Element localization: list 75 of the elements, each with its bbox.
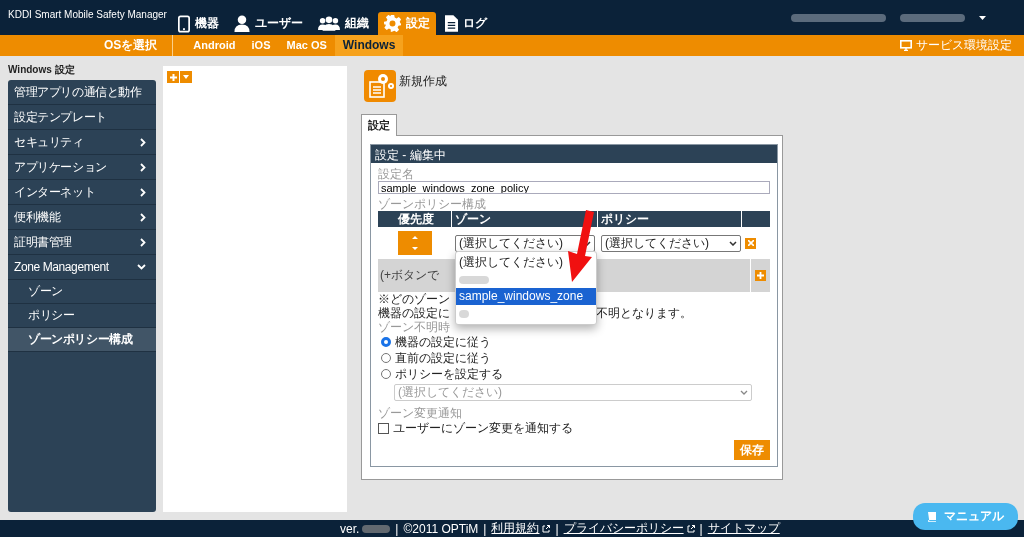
note-text: 不明となります。 [596, 306, 692, 320]
nav-tab[interactable]: 組織 [312, 12, 375, 35]
app-title: KDDI Smart Mobile Safety Manager [8, 9, 168, 20]
dropdown-button[interactable] [180, 71, 192, 83]
sidebar-title: Windows 設定 [8, 63, 76, 77]
radio-option[interactable]: ポリシーを設定する [381, 366, 770, 382]
redacted-option [459, 275, 489, 284]
sidebar-subitem[interactable]: ゾーン [8, 280, 156, 304]
nav-tab[interactable]: ログ [439, 12, 493, 35]
os-tab[interactable]: Windows [334, 35, 404, 56]
separator: | [699, 521, 703, 536]
copyright-text: ©2011 OPTiM [403, 521, 479, 536]
separator: | [395, 521, 399, 536]
version-label: ver. [340, 521, 360, 536]
add-button[interactable] [167, 71, 179, 83]
field-label: ゾーン不明時 [378, 320, 450, 334]
note-text: ※どのゾーン [378, 292, 450, 306]
field-label: ゾーン変更通知 [378, 406, 462, 420]
separator: | [483, 521, 487, 536]
gear-icon [384, 15, 401, 32]
footer-link[interactable]: 利用規約 [491, 520, 540, 537]
close-icon [747, 240, 754, 246]
field-label: ゾーンポリシー構成 [378, 197, 486, 211]
note-text: 機器の設定に [378, 306, 450, 320]
checkbox[interactable] [378, 422, 389, 434]
add-row-button[interactable] [755, 270, 766, 281]
footer-link[interactable]: プライバシーポリシー [563, 520, 684, 537]
caret-icon [183, 75, 189, 79]
redacted-option [459, 309, 469, 318]
policy-select[interactable]: (選択してください) [601, 234, 741, 252]
sidebar-item[interactable]: 便利機能 [8, 205, 156, 230]
redacted-account [900, 13, 965, 22]
sidebar-subitem[interactable]: ゾーンポリシー構成 [8, 328, 156, 352]
book-icon [927, 511, 936, 522]
document-icon [445, 15, 458, 32]
footer-link[interactable]: サイトマップ [707, 520, 780, 537]
up-down-arrows-icon [412, 236, 418, 250]
reorder-handle[interactable] [398, 231, 432, 255]
column-header: ポリシー [598, 211, 742, 227]
notify-checkbox-option[interactable]: ユーザーにゾーン変更を通知する [378, 420, 770, 436]
settings-tab[interactable]: 設定 [361, 114, 397, 136]
radio-button[interactable] [381, 369, 391, 379]
field-label: 設定名 [378, 167, 414, 181]
radio-option[interactable]: 直前の設定に従う [381, 350, 770, 366]
plus-icon [757, 272, 764, 279]
dropdown-option[interactable]: (選択してください) [456, 254, 565, 271]
monitor-icon [900, 40, 912, 51]
form-header: 設定 - 編集中 [371, 145, 777, 163]
user-icon [234, 15, 250, 32]
sidebar-item[interactable]: Zone Management [8, 255, 156, 280]
sidebar-item[interactable]: セキュリティ [8, 130, 156, 155]
sidebar-item[interactable]: 管理アプリの通信と動作 [8, 80, 156, 105]
caret-icon[interactable] [979, 15, 986, 20]
radio-button[interactable] [381, 353, 391, 363]
dropdown-option[interactable]: sample_windows_zone [456, 288, 596, 305]
sidebar-item[interactable]: インターネット [8, 180, 156, 205]
column-header: 優先度 [378, 211, 452, 227]
page-title: 新規作成 [399, 73, 447, 90]
radio-option[interactable]: 機器の設定に従う [381, 334, 770, 350]
delete-button[interactable] [745, 237, 756, 249]
sidebar-item[interactable]: 証明書管理 [8, 230, 156, 255]
os-select-label: OSを選択 [104, 37, 158, 54]
separator: | [555, 521, 559, 536]
zone-select[interactable]: (選択してください) [455, 234, 595, 252]
radio-button[interactable] [381, 337, 391, 347]
sidebar-item[interactable]: アプリケーション [8, 155, 156, 180]
redacted-version [362, 524, 391, 533]
add-hint-text: (+ボタンで [379, 267, 439, 284]
phone-icon [178, 14, 190, 33]
plus-icon [169, 73, 177, 81]
settings-document-icon [364, 70, 396, 102]
sidebar-item[interactable]: 設定テンプレート [8, 105, 156, 130]
nav-tab[interactable]: ユーザー [228, 12, 309, 35]
nav-tab[interactable]: 機器 [172, 12, 225, 35]
group-icon [318, 16, 340, 31]
